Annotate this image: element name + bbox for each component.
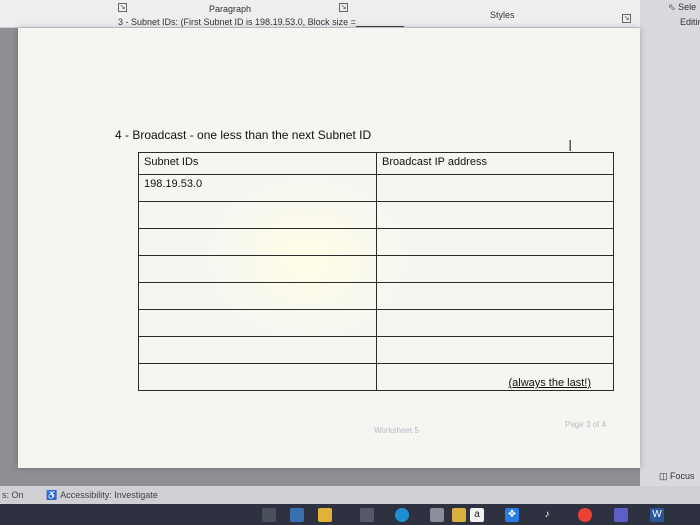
teams-icon[interactable] xyxy=(614,508,628,522)
editing-group-label: Editin xyxy=(680,17,700,27)
table-row xyxy=(138,255,614,283)
footer-page-number: Page 3 of 4 xyxy=(565,420,606,429)
accessibility-label: Accessibility: Investigate xyxy=(60,490,158,500)
broadcast-ip-cell[interactable] xyxy=(376,228,614,256)
section-heading: 4 - Broadcast - one less than the next S… xyxy=(115,128,372,142)
document-page[interactable]: 4 - Broadcast - one less than the next S… xyxy=(18,28,640,468)
subnet-id-cell[interactable] xyxy=(138,309,377,337)
dark-tile-icon[interactable] xyxy=(262,508,276,522)
ribbon: ↘ Paragraph ↘ Styles ↘ 3 - Subnet IDs: (… xyxy=(0,0,700,28)
music-icon[interactable]: ♪ xyxy=(540,508,554,522)
table-row xyxy=(138,309,614,337)
focus-button[interactable]: ◫ Focus xyxy=(656,470,698,483)
font-dialog-launcher-icon[interactable]: ↘ xyxy=(118,3,127,12)
right-ribbon-pane: ⬁ Sele Editin xyxy=(640,0,700,490)
broadcast-ip-cell[interactable] xyxy=(376,336,614,364)
styles-dialog-launcher-icon[interactable]: ↘ xyxy=(622,14,631,23)
taskbar: a ❖ ♪ W xyxy=(0,504,700,525)
paragraph-dialog-launcher-icon[interactable]: ↘ xyxy=(339,3,348,12)
focus-icon: ◫ xyxy=(659,471,668,481)
select-icon: ⬁ xyxy=(668,2,676,12)
accessibility-status[interactable]: ♿ Accessibility: Investigate xyxy=(46,490,158,501)
subnet-id-cell[interactable] xyxy=(138,228,377,256)
accessibility-icon: ♿ xyxy=(46,490,58,500)
broadcast-ip-cell[interactable]: (always the last!) xyxy=(376,363,614,391)
subnet-id-cell[interactable] xyxy=(138,363,377,391)
notes-icon[interactable] xyxy=(452,508,466,522)
table-row xyxy=(138,201,614,229)
broadcast-ip-cell[interactable] xyxy=(376,282,614,310)
table-row xyxy=(138,282,614,310)
edge-icon[interactable] xyxy=(395,508,409,522)
chrome-icon[interactable] xyxy=(578,508,592,522)
paragraph-group-label: Paragraph xyxy=(209,4,252,14)
subnet-id-cell[interactable] xyxy=(138,282,377,310)
browser-icon[interactable] xyxy=(290,508,304,522)
table-row xyxy=(138,228,614,256)
file-explorer-icon[interactable] xyxy=(318,508,332,522)
last-row-note: (always the last!) xyxy=(508,377,591,389)
broadcast-ip-cell[interactable] xyxy=(376,201,614,229)
broadcast-ip-cell[interactable] xyxy=(376,309,614,337)
status-mode-text[interactable]: s: On xyxy=(2,490,24,500)
dark-square-icon[interactable] xyxy=(360,508,374,522)
select-label: Sele xyxy=(678,2,697,12)
broadcast-ip-cell[interactable] xyxy=(376,255,614,283)
table-header-row: Subnet IDs Broadcast IP address xyxy=(138,152,614,175)
focus-label: Focus xyxy=(670,471,695,481)
table-row: (always the last!) xyxy=(138,363,614,391)
broadcast-ip-cell[interactable] xyxy=(376,174,614,202)
calendar-icon[interactable] xyxy=(430,508,444,522)
broadcast-table: Subnet IDs Broadcast IP address 198.19.5… xyxy=(138,152,614,391)
subnet-id-cell[interactable] xyxy=(138,336,377,364)
subnet-id-cell[interactable] xyxy=(138,255,377,283)
table-row: 198.19.53.0 xyxy=(138,174,614,202)
block-size-field[interactable] xyxy=(355,17,404,27)
word-icon[interactable]: W xyxy=(650,508,664,522)
footer-worksheet-label: Worksheet 5 xyxy=(374,426,419,435)
status-bar: s: On ♿ Accessibility: Investigate xyxy=(0,486,700,504)
dropbox-icon[interactable]: ❖ xyxy=(505,508,519,522)
table-row xyxy=(138,336,614,364)
subnet-id-cell[interactable] xyxy=(138,201,377,229)
subnet-ids-header: Subnet IDs xyxy=(138,152,377,175)
previous-question-line: 3 - Subnet IDs: (First Subnet ID is 198.… xyxy=(118,17,404,27)
subnet-id-cell[interactable]: 198.19.53.0 xyxy=(138,174,377,202)
select-button[interactable]: ⬁ Sele xyxy=(668,2,696,13)
styles-group-label: Styles xyxy=(490,10,515,20)
amazon-icon[interactable]: a xyxy=(470,508,484,522)
broadcast-ip-header: Broadcast IP address xyxy=(376,152,614,175)
previous-question-text: 3 - Subnet IDs: (First Subnet ID is 198.… xyxy=(118,17,356,27)
